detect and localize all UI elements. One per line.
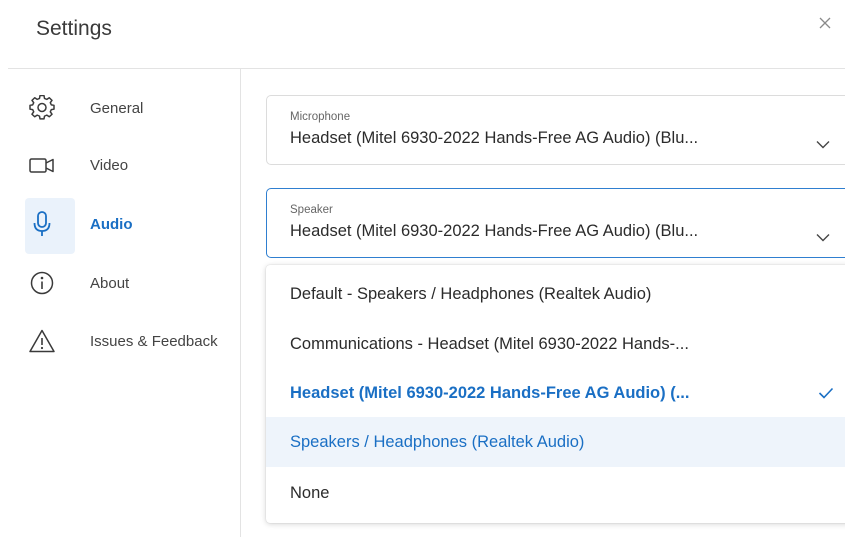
speaker-option-communications[interactable]: Communications - Headset (Mitel 6930-202… <box>266 319 845 369</box>
speaker-value: Headset (Mitel 6930-2022 Hands-Free AG A… <box>290 222 699 240</box>
sidebar-item-about[interactable]: About <box>28 263 240 303</box>
sidebar-item-label: General <box>90 99 144 117</box>
sidebar-item-issues-feedback[interactable]: Issues & Feedback <box>28 321 240 361</box>
sidebar-item-general[interactable]: General <box>28 88 240 128</box>
speaker-dropdown-list: Default - Speakers / Headphones (Realtek… <box>266 265 845 523</box>
option-label: Communications - Headset (Mitel 6930-202… <box>290 334 689 353</box>
chevron-down-icon <box>816 136 830 154</box>
option-label: Headset (Mitel 6930-2022 Hands-Free AG A… <box>290 383 690 402</box>
microphone-value: Headset (Mitel 6930-2022 Hands-Free AG A… <box>290 129 699 147</box>
speaker-option-default[interactable]: Default - Speakers / Headphones (Realtek… <box>266 269 845 319</box>
chevron-down-icon <box>816 229 830 247</box>
speaker-option-none[interactable]: None <box>266 468 845 518</box>
option-label: Default - Speakers / Headphones (Realtek… <box>290 284 652 303</box>
microphone-caption: Microphone <box>290 111 351 123</box>
gear-icon <box>28 94 56 122</box>
speaker-caption: Speaker <box>290 204 333 216</box>
page-title: Settings <box>36 17 112 40</box>
sidebar-item-video[interactable]: Video <box>28 145 240 185</box>
sidebar-divider <box>240 69 241 537</box>
sidebar-item-audio[interactable]: Audio <box>28 204 240 244</box>
option-label: Speakers / Headphones (Realtek Audio) <box>290 432 585 451</box>
microphone-select[interactable]: Microphone Headset (Mitel 6930-2022 Hand… <box>266 95 845 165</box>
checkmark-icon <box>818 385 834 404</box>
sidebar-item-label: About <box>90 274 130 292</box>
sidebar-item-label: Video <box>90 156 129 174</box>
video-camera-icon <box>28 151 56 179</box>
sidebar-item-label: Issues & Feedback <box>90 332 218 350</box>
speaker-option-headset[interactable]: Headset (Mitel 6930-2022 Hands-Free AG A… <box>266 368 845 418</box>
microphone-icon <box>28 210 56 238</box>
sidebar-item-label: Audio <box>90 215 133 233</box>
speaker-select[interactable]: Speaker Headset (Mitel 6930-2022 Hands-F… <box>266 188 845 258</box>
option-label: None <box>290 483 330 502</box>
header-divider <box>8 68 845 69</box>
speaker-option-speakers-headphones[interactable]: Speakers / Headphones (Realtek Audio) <box>266 417 845 467</box>
close-icon <box>818 16 832 35</box>
info-icon <box>28 269 56 297</box>
warning-icon <box>28 327 56 355</box>
close-button[interactable] <box>812 12 838 38</box>
